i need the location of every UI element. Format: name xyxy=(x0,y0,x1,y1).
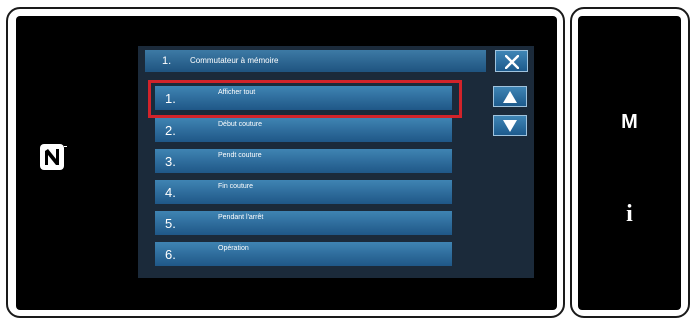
scroll-down-button[interactable] xyxy=(493,115,527,136)
memory-item-pendt-couture[interactable]: 3. Pendt couture xyxy=(155,149,452,173)
scroll-up-button[interactable] xyxy=(493,86,527,107)
side-display-screen xyxy=(578,16,681,310)
dialog-title: Commutateur à mémoire xyxy=(190,56,279,65)
dialog-title-number: 1. xyxy=(162,55,172,67)
item-number: 5. xyxy=(165,216,176,231)
item-label: Afficher tout xyxy=(218,89,256,96)
item-label: Début couture xyxy=(218,121,262,128)
info-button[interactable]: i xyxy=(578,194,681,234)
item-label: Opération xyxy=(218,245,249,252)
item-number: 6. xyxy=(165,247,176,262)
item-number: 2. xyxy=(165,123,176,138)
arrow-down-icon xyxy=(503,120,517,132)
item-number: 1. xyxy=(165,91,176,106)
item-label: Pendt couture xyxy=(218,152,262,159)
item-label: Fin couture xyxy=(218,183,254,190)
memory-item-operation[interactable]: 6. Opération xyxy=(155,242,452,266)
dialog-title-bar: 1. Commutateur à mémoire xyxy=(145,50,486,72)
item-number: 3. xyxy=(165,154,176,169)
memory-item-afficher-tout[interactable]: 1. Afficher tout xyxy=(155,86,452,110)
nfc-icon xyxy=(39,143,67,171)
item-number: 4. xyxy=(165,185,176,200)
memory-item-fin-couture[interactable]: 4. Fin couture xyxy=(155,180,452,204)
close-icon xyxy=(504,55,519,69)
item-label: Pendant l'arrêt xyxy=(218,214,264,221)
close-button[interactable] xyxy=(495,50,528,72)
memory-item-pendant-larret[interactable]: 5. Pendant l'arrêt xyxy=(155,211,452,235)
memory-item-debut-couture[interactable]: 2. Début couture xyxy=(155,118,452,142)
mode-button[interactable]: M xyxy=(578,104,681,140)
arrow-up-icon xyxy=(503,91,517,103)
